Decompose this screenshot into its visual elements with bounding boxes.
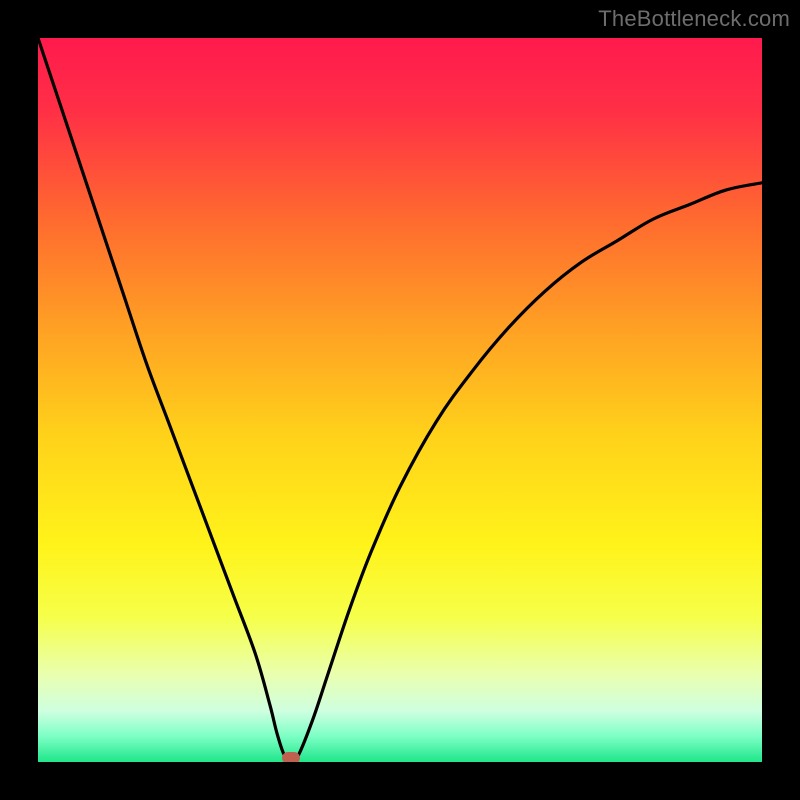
watermark-text: TheBottleneck.com [598, 6, 790, 32]
optimum-marker [282, 752, 300, 762]
curve-layer [38, 38, 762, 762]
chart-frame: TheBottleneck.com [0, 0, 800, 800]
plot-area [38, 38, 762, 762]
bottleneck-curve [38, 38, 762, 762]
